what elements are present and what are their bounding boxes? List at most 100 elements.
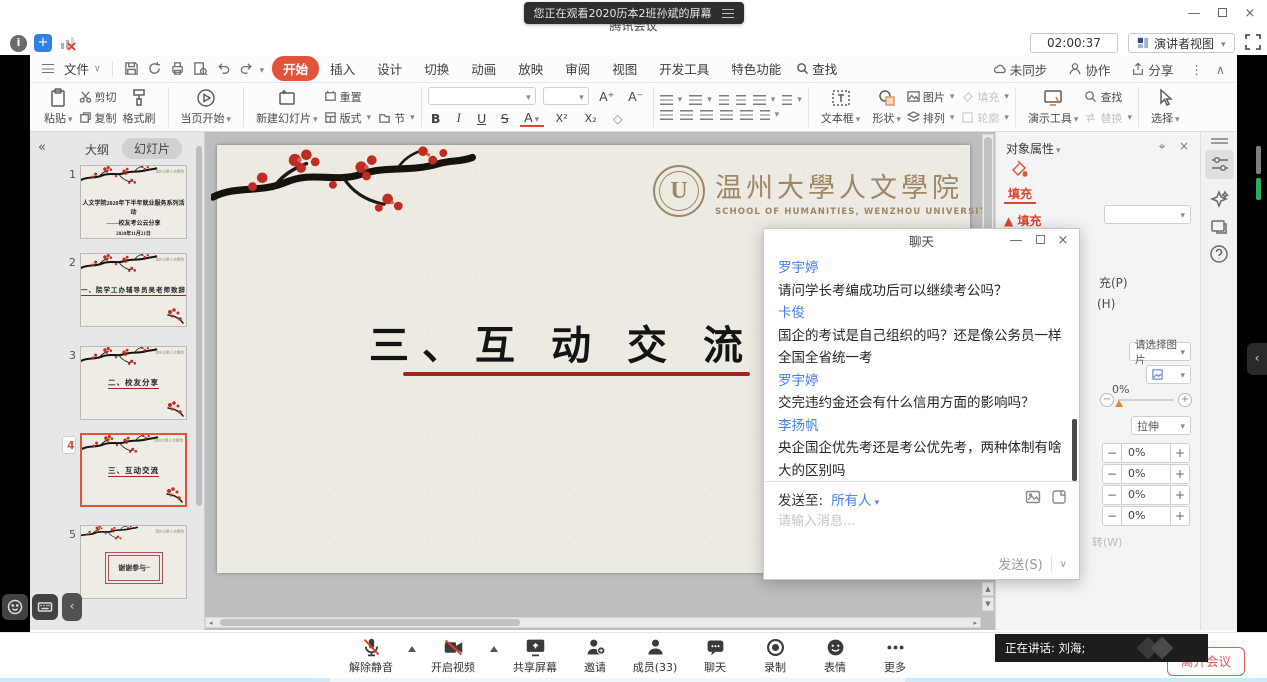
chat-maximize-button[interactable]: [1031, 233, 1049, 249]
align-center-button[interactable]: [680, 110, 693, 120]
slide-thumbnail-3[interactable]: 温州大學人文學院 二、校友分享: [80, 346, 187, 420]
pick-image-select[interactable]: 请选择图片: [1129, 342, 1191, 361]
chat-close-button[interactable]: ×: [1054, 233, 1072, 249]
decrease-indent-button[interactable]: [719, 95, 729, 105]
play-from-current-button[interactable]: 当页开始: [175, 85, 238, 129]
shapes-button[interactable]: 形状: [866, 85, 907, 129]
help-icon[interactable]: [1209, 244, 1229, 264]
save-icon[interactable]: [123, 60, 140, 77]
picture-fill-option-fragment[interactable]: 充(P): [1099, 274, 1128, 291]
panel-close-icon[interactable]: ×: [1176, 139, 1192, 155]
tab-animation[interactable]: 动画: [460, 56, 507, 81]
invite-button[interactable]: 邀请: [572, 637, 618, 675]
distribute-button[interactable]: [740, 110, 753, 120]
gradient-fill-option-fragment[interactable]: (H): [1097, 297, 1115, 311]
tab-slides[interactable]: 幻灯片: [122, 138, 182, 159]
more-button[interactable]: 更多: [872, 637, 918, 675]
collaborate-button[interactable]: 协作: [1064, 60, 1114, 79]
send-button[interactable]: 发送(S): [998, 554, 1042, 573]
banner-menu-icon[interactable]: [722, 9, 734, 18]
offset-stepper-2[interactable]: −0%+: [1102, 464, 1190, 484]
share-button[interactable]: 分享: [1127, 60, 1177, 79]
decrease-font-button[interactable]: A⁻: [625, 89, 647, 104]
transparency-plus-button[interactable]: +: [1178, 393, 1192, 407]
increase-font-button[interactable]: A⁺: [596, 89, 618, 104]
mic-options-caret[interactable]: [408, 646, 416, 652]
sync-icon[interactable]: [146, 60, 163, 77]
transparency-slider[interactable]: [1118, 399, 1174, 401]
section-button[interactable]: 节: [378, 110, 415, 126]
chat-sender[interactable]: 卡俊: [778, 302, 1064, 325]
side-scrollbar[interactable]: [1256, 146, 1261, 174]
fill-section-header[interactable]: ▲ 填充: [1004, 212, 1041, 229]
animation-pane-icon[interactable]: [1209, 216, 1229, 236]
reactions-button[interactable]: 表情: [812, 637, 858, 675]
tab-developer[interactable]: 开发工具: [648, 56, 720, 81]
properties-caret-icon[interactable]: [1054, 142, 1061, 156]
send-image-icon[interactable]: [1025, 489, 1041, 505]
tab-transition[interactable]: 切换: [413, 56, 460, 81]
align-left-button[interactable]: [660, 110, 673, 120]
tab-insert[interactable]: 插入: [319, 56, 366, 81]
picture-button[interactable]: 图片: [907, 89, 955, 105]
stretch-select[interactable]: 拉伸: [1131, 416, 1191, 435]
members-button[interactable]: 成员(33): [632, 637, 678, 675]
tab-outline[interactable]: 大纲: [85, 141, 109, 158]
scroll-left-icon[interactable]: ◂: [209, 619, 213, 627]
tab-design[interactable]: 设计: [366, 56, 413, 81]
info-icon[interactable]: i: [10, 35, 27, 52]
tab-review[interactable]: 审阅: [554, 56, 601, 81]
fill-button[interactable]: 填充: [961, 89, 1009, 105]
sidebar-collapse-button[interactable]: [38, 140, 46, 155]
font-size-select[interactable]: [543, 87, 589, 105]
arrange-button[interactable]: 排列: [907, 110, 955, 126]
increase-indent-button[interactable]: [736, 95, 746, 105]
reset-button[interactable]: 重置: [324, 89, 415, 105]
unmute-button[interactable]: 解除静音: [348, 637, 394, 675]
italic-button[interactable]: I: [451, 111, 467, 126]
security-shield-icon[interactable]: +: [34, 34, 52, 52]
text-direction-button[interactable]: [753, 95, 776, 105]
presenter-view-button[interactable]: 演讲者视图: [1128, 33, 1235, 53]
slide-thumbnail-4-selected[interactable]: 温州大學人文學院 三、互动交流: [80, 433, 187, 507]
tab-special-features[interactable]: 特色功能: [720, 56, 792, 81]
next-slide-button[interactable]: ▼: [982, 597, 994, 611]
quick-emoji-button[interactable]: [2, 594, 28, 620]
select-button[interactable]: 选择: [1145, 85, 1186, 129]
layout-button[interactable]: 版式: [324, 110, 372, 126]
offset-stepper-1[interactable]: −0%+: [1102, 443, 1190, 463]
find-button[interactable]: 查找: [1084, 89, 1132, 105]
offset-stepper-3[interactable]: −0%+: [1102, 485, 1190, 505]
chat-button[interactable]: 聊天: [692, 637, 738, 675]
clear-format-button[interactable]: ◇: [609, 111, 627, 126]
print-preview-icon[interactable]: [192, 60, 209, 77]
image-mode-select[interactable]: [1146, 365, 1191, 384]
replace-button[interactable]: 替换: [1084, 110, 1132, 126]
fill-type-select[interactable]: [1104, 205, 1191, 224]
offset-stepper-4[interactable]: −0%+: [1102, 506, 1190, 526]
columns-button[interactable]: [782, 95, 802, 105]
send-options-chevron-icon[interactable]: [1060, 556, 1067, 571]
slide-thumbnail-2[interactable]: 温州大學人文學院 一、院学工办辅导员吴老师致辞: [80, 253, 187, 327]
share-screen-button[interactable]: 共享屏幕: [512, 637, 558, 675]
chat-sender[interactable]: 李扬帆: [778, 415, 1064, 438]
record-button[interactable]: 录制: [752, 637, 798, 675]
align-right-button[interactable]: [700, 110, 713, 120]
justify-button[interactable]: [720, 110, 733, 120]
properties-tool-icon[interactable]: [1210, 154, 1230, 174]
undo-icon[interactable]: [215, 60, 232, 77]
line-spacing-button[interactable]: [760, 110, 780, 120]
scroll-right-icon[interactable]: ▸: [973, 619, 977, 627]
print-icon[interactable]: [169, 60, 186, 77]
find-menu[interactable]: 查找: [792, 59, 841, 78]
strikethrough-button[interactable]: S: [497, 111, 513, 126]
audience-select[interactable]: 所有人: [831, 493, 879, 509]
bullet-list-button[interactable]: [660, 95, 683, 105]
font-color-button[interactable]: A: [520, 110, 544, 127]
chat-input[interactable]: [778, 514, 1058, 529]
wps-global-menu-icon[interactable]: [42, 64, 54, 73]
slide-thumbnail-1[interactable]: 温州大學人文學院 人文学院2020年下半年就业服务系列活动 ——校友考公云分享 …: [80, 165, 187, 239]
font-family-select[interactable]: [428, 87, 536, 105]
camera-options-caret[interactable]: [490, 646, 498, 652]
slide-thumbnail-5[interactable]: 温州大學人文學院 谢谢参与~: [80, 525, 187, 599]
